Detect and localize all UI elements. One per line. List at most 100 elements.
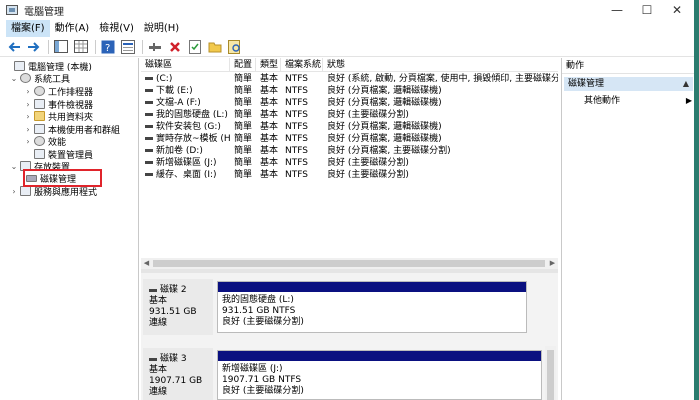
cell-file-system: NTFS <box>285 74 308 84</box>
close-button[interactable]: ✕ <box>662 0 692 20</box>
cell-volume: 下載 (E:) <box>156 86 193 96</box>
table-row[interactable]: 實時存放~模板 (H:) 簡單 基本 NTFS 良好 (分頁檔案, 邏輯磁碟機) <box>141 133 558 145</box>
open-folder-icon[interactable] <box>207 39 223 55</box>
table-row[interactable]: 新增磁碟區 (J:) 簡單 基本 NTFS 良好 (主要磁碟分割) <box>141 157 558 169</box>
more-actions-label: 其他動作 <box>584 96 621 106</box>
column-header-type[interactable]: 類型 <box>256 58 281 72</box>
table-row[interactable]: 软件安装包 (G:) 簡單 基本 NTFS 良好 (分頁檔案, 邏輯磁碟機) <box>141 121 558 133</box>
partition-block[interactable]: 新增磁碟區 (J:) 1907.71 GB NTFS 良好 (主要磁碟分割) <box>217 350 542 400</box>
cell-volume: 緩存、桌面 (I:) <box>156 170 217 180</box>
cell-file-system: NTFS <box>285 86 308 96</box>
volume-icon <box>145 125 153 128</box>
cell-layout: 簡單 <box>234 158 253 168</box>
actions-section-disk-management[interactable]: 磁碟管理 ▲ <box>564 77 693 91</box>
title-bar: 電腦管理 — ☐ ✕ <box>0 0 699 20</box>
tree-item-device-manager[interactable]: 裝置管理員 <box>24 148 93 161</box>
table-row[interactable]: 文檔-A (F:) 簡單 基本 NTFS 良好 (分頁檔案, 邏輯磁碟機) <box>141 97 558 109</box>
expand-arrow-icon[interactable]: › <box>24 125 32 134</box>
disk-label[interactable]: 磁碟 3 基本 1907.71 GB 連線 <box>143 348 213 400</box>
computer-icon <box>14 61 25 71</box>
delete-icon[interactable] <box>167 39 183 55</box>
collapse-arrow-icon[interactable]: ⌄ <box>10 162 18 171</box>
expand-arrow-icon[interactable]: › <box>24 112 32 121</box>
scrollbar-thumb[interactable] <box>153 260 545 267</box>
cell-status: 良好 (分頁檔案, 主要磁碟分割) <box>327 146 451 156</box>
cell-status: 良好 (系統, 啟動, 分頁檔案, 使用中, 損毀傾印, 主要磁碟分割) <box>327 74 558 84</box>
column-header-status[interactable]: 狀態 <box>323 58 558 72</box>
table-row[interactable]: 我的固態硬盘 (L:) 簡單 基本 NTFS 良好 (主要磁碟分割) <box>141 109 558 121</box>
partition-bar <box>218 282 526 292</box>
volume-icon <box>145 149 153 152</box>
disk-icon <box>149 358 157 361</box>
minimize-button[interactable]: — <box>602 0 632 20</box>
back-arrow-icon[interactable] <box>6 39 22 55</box>
menu-file[interactable]: 檔案(F) <box>6 20 50 37</box>
scroll-right-arrow-icon[interactable]: ▶ <box>547 258 558 269</box>
tree-item-root[interactable]: 電腦管理 (本機) <box>4 60 92 73</box>
cell-status: 良好 (分頁檔案, 邏輯磁碟機) <box>327 134 442 144</box>
properties-icon[interactable] <box>120 39 136 55</box>
cell-status: 良好 (分頁檔案, 邏輯磁碟機) <box>327 86 442 96</box>
tree-item-event-viewer[interactable]: › 事件檢視器 <box>24 98 93 111</box>
cell-layout: 簡單 <box>234 146 253 156</box>
table-row[interactable]: (C:) 簡單 基本 NTFS 良好 (系統, 啟動, 分頁檔案, 使用中, 損… <box>141 73 558 85</box>
cell-file-system: NTFS <box>285 110 308 120</box>
column-header-file-system[interactable]: 檔案系統 <box>281 58 323 72</box>
horizontal-scrollbar[interactable]: ◀ ▶ <box>141 258 558 269</box>
column-header-volume[interactable]: 磁碟區 <box>141 58 230 72</box>
tree-item-performance[interactable]: › 效能 <box>24 135 66 148</box>
tree-item-local-users[interactable]: › 本機使用者和群組 <box>24 123 120 136</box>
toolbar-separator <box>95 39 96 54</box>
menu-help[interactable]: 說明(H) <box>139 20 184 37</box>
more-actions-item[interactable]: 其他動作 ▶ <box>584 94 696 108</box>
performance-icon <box>34 136 45 146</box>
connect-icon[interactable] <box>147 39 163 55</box>
forward-arrow-icon[interactable] <box>26 39 42 55</box>
scroll-left-arrow-icon[interactable]: ◀ <box>141 258 152 269</box>
expand-arrow-icon[interactable]: › <box>24 87 32 96</box>
actions-header: 動作 <box>562 58 699 74</box>
tree-item-system-tools[interactable]: ⌄ 系統工具 <box>10 72 71 85</box>
search-icon[interactable] <box>227 39 243 55</box>
expand-arrow-icon[interactable]: › <box>10 187 18 196</box>
disk-label[interactable]: 磁碟 2 基本 931.51 GB 連線 <box>143 279 213 335</box>
disk-type: 基本 <box>149 296 168 306</box>
volume-icon <box>145 137 153 140</box>
cell-layout: 簡單 <box>234 74 253 84</box>
scrollbar-thumb[interactable] <box>547 350 554 400</box>
tools-icon <box>20 73 31 83</box>
tree-item-shared-folders[interactable]: › 共用資料夾 <box>24 110 93 123</box>
volume-icon <box>145 113 153 116</box>
tree-label: 系統工具 <box>34 74 71 85</box>
cell-type: 基本 <box>260 110 279 120</box>
cell-volume: 新加卷 (D:) <box>156 146 203 156</box>
grid-view-icon[interactable] <box>73 39 89 55</box>
maximize-button[interactable]: ☐ <box>632 0 662 20</box>
volume-list: 磁碟區 配置 類型 檔案系統 狀態 (C:) 簡單 基本 NTFS 良好 (系統… <box>141 58 558 270</box>
collapse-triangle-icon[interactable]: ▲ <box>683 77 689 91</box>
cell-file-system: NTFS <box>285 170 308 180</box>
disk-name: 磁碟 2 <box>160 285 187 295</box>
toolbar-separator <box>142 39 143 54</box>
cell-volume: 软件安装包 (G:) <box>156 122 221 132</box>
menu-action[interactable]: 動作(A) <box>50 20 95 37</box>
volume-icon <box>145 89 153 92</box>
table-row[interactable]: 新加卷 (D:) 簡單 基本 NTFS 良好 (分頁檔案, 主要磁碟分割) <box>141 145 558 157</box>
table-row[interactable]: 下載 (E:) 簡單 基本 NTFS 良好 (分頁檔案, 邏輯磁碟機) <box>141 85 558 97</box>
help-icon[interactable]: ? <box>100 39 116 55</box>
expand-arrow-icon[interactable]: › <box>24 137 32 146</box>
vertical-scrollbar[interactable] <box>545 346 556 400</box>
collapse-arrow-icon[interactable]: ⌄ <box>10 74 18 83</box>
show-hide-tree-icon[interactable] <box>53 39 69 55</box>
table-row[interactable]: 緩存、桌面 (I:) 簡單 基本 NTFS 良好 (主要磁碟分割) <box>141 169 558 181</box>
cell-file-system: NTFS <box>285 158 308 168</box>
svg-text:?: ? <box>105 43 110 54</box>
cell-layout: 簡單 <box>234 86 253 96</box>
disk-icon <box>149 289 157 292</box>
partition-block[interactable]: 我的固態硬盘 (L:) 931.51 GB NTFS 良好 (主要磁碟分割) <box>217 281 527 333</box>
expand-arrow-icon[interactable]: › <box>24 100 32 109</box>
column-header-layout[interactable]: 配置 <box>230 58 256 72</box>
check-icon[interactable] <box>187 39 203 55</box>
tree-item-task-scheduler[interactable]: › 工作排程器 <box>24 85 93 98</box>
menu-view[interactable]: 檢視(V) <box>94 20 139 37</box>
